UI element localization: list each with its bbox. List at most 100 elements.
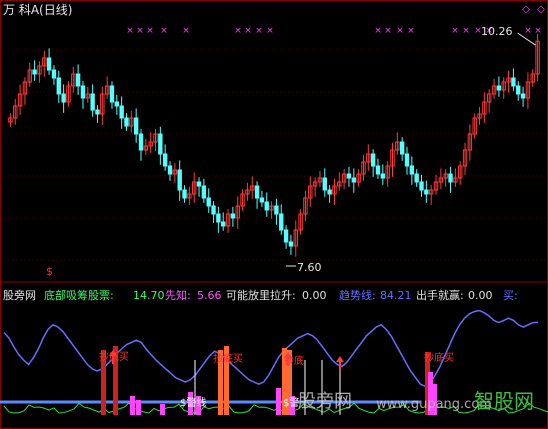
candle-body — [409, 165, 415, 175]
candle-body — [230, 213, 236, 219]
high-price-label: 10.26 — [481, 25, 513, 38]
indicator-item-0-label: 底部吸筹股票: — [44, 289, 114, 302]
indicator-item-2-label: 可能放里拉升: — [226, 289, 296, 302]
signal-x-marker: × — [182, 26, 190, 36]
magenta-bar — [160, 404, 165, 415]
signal-x-marker: × — [384, 26, 392, 36]
candle-body — [419, 181, 424, 191]
candle-body — [80, 85, 86, 99]
bar-label-0: $警线 — [180, 398, 207, 409]
signal-x-marker: × — [160, 26, 168, 36]
candle-body — [322, 177, 327, 191]
candle-body — [511, 77, 516, 87]
buy-label-3: 抄底买 — [424, 353, 454, 364]
signal-x-marker: × — [255, 26, 263, 36]
candle-body — [46, 57, 52, 71]
candle-body — [274, 205, 279, 215]
signal-x-marker: × — [451, 26, 459, 36]
diamond-marker: ◇ — [537, 4, 545, 15]
indicator-name: 股旁网 — [3, 289, 36, 302]
candle-body — [32, 69, 37, 75]
buy-label-0: 抄底买 — [99, 352, 129, 363]
indicator-item-4-label: 出手就赢: — [416, 289, 464, 302]
signal-x-marker: × — [396, 26, 404, 36]
low-price-label: 7.60 — [297, 261, 322, 274]
signal-x-marker: × — [126, 26, 134, 36]
candle-body — [283, 229, 289, 243]
candle-body — [351, 177, 356, 183]
buy-label-1: 抄底买 — [213, 354, 243, 365]
candle-body — [254, 185, 260, 199]
up-arrow — [336, 356, 344, 370]
indicator-item-0-value: 14.70 — [133, 289, 165, 302]
candle-body — [133, 117, 139, 135]
magenta-bar — [276, 388, 281, 415]
signal-x-marker: × — [374, 26, 382, 36]
candle-body — [206, 197, 211, 207]
candle-body — [211, 205, 216, 215]
chart-title: 万 科A(日线) — [3, 3, 73, 17]
indicator-item-3-value: 84.21 — [380, 289, 412, 302]
stock-chart: × × × × × × × × × × × × × × × × × × × ◇ ◇ — [0, 0, 548, 429]
indicator-item-1-label: 先知: — [165, 289, 191, 302]
candle-body — [259, 197, 265, 203]
candle-body — [158, 133, 163, 155]
candle-body — [196, 181, 202, 187]
signal-x-marker: × — [244, 26, 252, 36]
signal-x-marker: × — [136, 26, 144, 36]
candle-body — [520, 93, 526, 99]
candle-body — [216, 213, 221, 223]
signal-x-marker: × — [234, 26, 242, 36]
candle-body — [496, 85, 502, 91]
candle-body — [264, 201, 269, 211]
candle-body — [516, 85, 521, 95]
candlestick-series: ◇ ◇ — [8, 4, 545, 267]
candle-body — [138, 133, 144, 151]
candle-body — [162, 153, 168, 167]
magenta-bar — [130, 396, 135, 415]
candle-body — [370, 153, 376, 167]
top-signal-markers: × × × × × × × × × × × × × × × × × × × — [126, 26, 542, 36]
candle-body — [90, 93, 95, 111]
candle-body — [221, 221, 226, 227]
candle-body — [288, 241, 294, 247]
candle-body — [182, 189, 187, 199]
signal-x-marker: × — [524, 26, 532, 36]
candle-body — [424, 189, 429, 195]
watermark-text: 股旁网 — [298, 391, 352, 412]
indicator-item-3-label: 趋势线: — [339, 289, 376, 302]
candle-body — [375, 165, 381, 175]
diamond-marker: ◇ — [522, 4, 530, 15]
candle-body — [56, 77, 61, 95]
candle-body — [380, 173, 386, 179]
signal-x-marker: × — [407, 26, 415, 36]
buy-label-2: 抄底 — [284, 356, 304, 367]
magenta-bar — [136, 400, 141, 415]
candle-body — [177, 169, 182, 191]
signal-x-marker: × — [462, 26, 470, 36]
bar-label-1: $警 — [283, 398, 300, 409]
indicator-item-5-label: 买: — [503, 289, 518, 302]
candle-body — [119, 105, 124, 119]
candle-body — [279, 213, 284, 231]
candle-body — [448, 173, 453, 183]
candle-body — [114, 101, 120, 107]
candle-body — [327, 189, 332, 195]
candle-body — [109, 85, 115, 103]
candle-body — [124, 117, 129, 127]
candle-body — [414, 173, 419, 183]
top-signal-label: $ — [46, 265, 53, 278]
candle-body — [201, 185, 207, 199]
indicator-item-1-value: 5.66 — [197, 289, 222, 302]
candle-body — [346, 173, 352, 179]
signal-x-marker: × — [146, 26, 154, 36]
candle-body — [95, 109, 100, 115]
trend-line — [3, 309, 539, 388]
indicator-item-4-value: 0.00 — [468, 289, 493, 302]
signal-x-marker: × — [266, 26, 274, 36]
watermark-logo: 智股网 — [474, 389, 534, 413]
candle-body — [167, 165, 173, 175]
candle-body — [51, 69, 57, 79]
indicator-item-2-value: 0.00 — [302, 289, 327, 302]
candle-body — [404, 153, 410, 167]
